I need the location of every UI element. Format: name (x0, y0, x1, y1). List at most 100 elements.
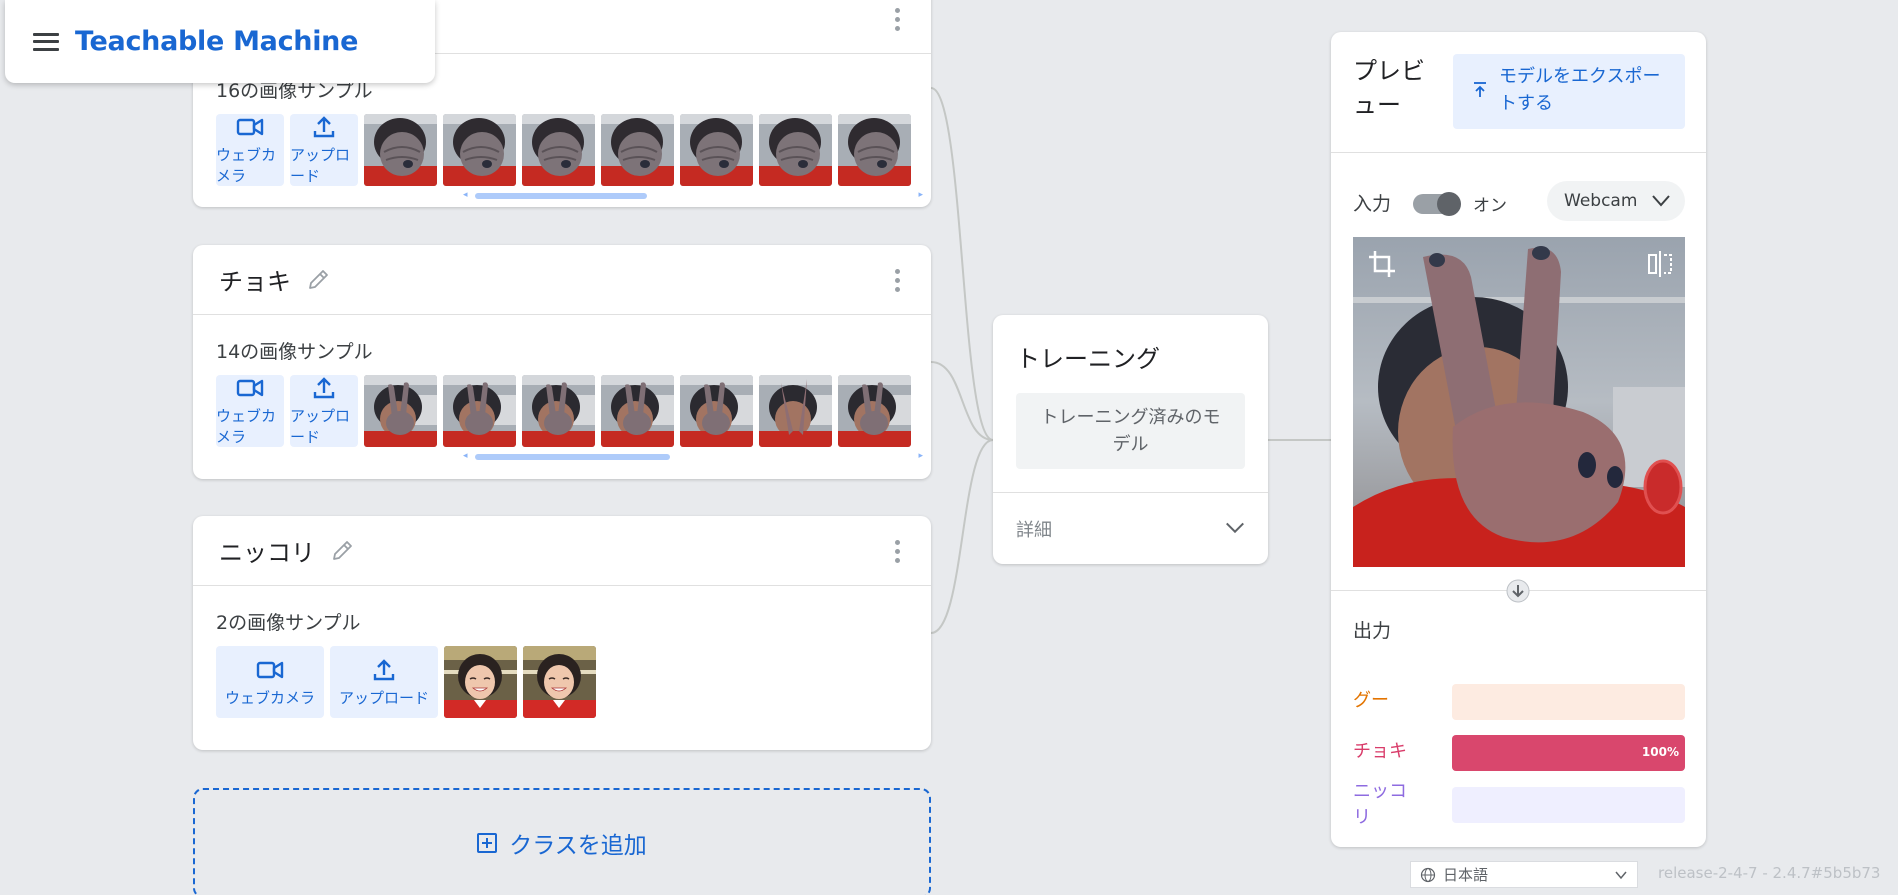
export-model-label: モデルをエクスポートする (1499, 66, 1661, 114)
language-select[interactable]: 日本語 (1410, 861, 1638, 888)
input-source-value: Webcam (1564, 191, 1638, 211)
preview-header: プレビュー モデルをエクスポートする (1331, 32, 1706, 153)
sample-thumbnail[interactable] (759, 114, 832, 186)
flip-icon[interactable] (1645, 249, 1675, 279)
scrollbar-thumb[interactable] (475, 193, 647, 199)
input-toggle-state: オン (1473, 196, 1507, 216)
upload-button-label: アップロード (290, 146, 351, 185)
scroll-right-icon[interactable]: ▸ (918, 190, 923, 200)
input-row: 入力 オン Webcam (1331, 153, 1706, 237)
webcam-button-label: ウェブカメラ (216, 146, 277, 185)
preview-card: プレビュー モデルをエクスポートする 入力 オン Webcam 出力 グー チョ… (1331, 32, 1706, 847)
sample-thumbnail[interactable] (838, 375, 911, 447)
sample-thumbnail[interactable] (522, 114, 595, 186)
more-vert-icon[interactable] (895, 540, 901, 563)
sample-row: ウェブカメラ アップロード (193, 646, 911, 720)
sample-scrollbar[interactable]: ◂ ▸ (463, 449, 923, 463)
confidence-bar (1452, 684, 1685, 720)
globe-icon (1420, 867, 1436, 883)
output-class-name: ニッコリ (1353, 781, 1407, 828)
input-label: 入力 (1353, 193, 1392, 215)
scroll-right-icon[interactable]: ▸ (918, 451, 923, 461)
videocam-icon (236, 118, 264, 136)
version-label: release-2-4-7 - 2.4.7#5b5b73 (1658, 864, 1881, 882)
training-title: トレーニング (1016, 345, 1160, 373)
webcam-preview (1353, 237, 1685, 567)
sample-scrollbar[interactable]: ◂ ▸ (463, 188, 923, 202)
sample-thumbnail[interactable] (443, 114, 516, 186)
upload-icon (313, 377, 335, 399)
upload-button[interactable]: アップロード (290, 375, 358, 447)
upload-button-label: アップロード (290, 407, 351, 446)
sample-thumbnail[interactable] (680, 114, 753, 186)
upload-icon (373, 658, 395, 680)
app-title[interactable]: Teachable Machine (75, 26, 358, 57)
menu-icon[interactable] (33, 32, 59, 51)
preview-title: プレビュー (1353, 57, 1425, 119)
sample-row: ウェブカメラ アップロード (193, 375, 911, 449)
class-name[interactable]: ニッコリ (219, 533, 315, 568)
upload-button[interactable]: アップロード (330, 646, 438, 718)
webcam-image (1353, 237, 1685, 567)
training-advanced-toggle[interactable]: 詳細 (993, 492, 1268, 564)
output-label: 出力 (1353, 620, 1392, 642)
sample-thumbnail[interactable] (523, 646, 596, 718)
sample-thumbnail[interactable] (759, 375, 832, 447)
app-bar: Teachable Machine (5, 0, 435, 83)
sample-count: 14の画像サンプル (216, 341, 373, 363)
chevron-down-icon (1615, 871, 1627, 880)
upload-button[interactable]: アップロード (290, 114, 358, 186)
input-source-select[interactable]: Webcam (1547, 181, 1685, 221)
add-class-button[interactable]: クラスを追加 (193, 788, 931, 895)
scroll-left-icon[interactable]: ◂ (463, 451, 468, 461)
confidence-percent: 100% (1641, 745, 1679, 759)
sample-thumbnail[interactable] (601, 114, 674, 186)
sample-thumbnail[interactable] (838, 114, 911, 186)
language-value: 日本語 (1443, 866, 1489, 884)
sample-thumbnail[interactable] (601, 375, 674, 447)
sample-count: 2の画像サンプル (216, 612, 361, 634)
confidence-bar (1452, 787, 1685, 823)
training-advanced-label: 詳細 (1016, 519, 1052, 541)
class-name[interactable]: チョキ (219, 262, 291, 297)
arrow-down-icon (1506, 579, 1530, 603)
sample-thumbnail[interactable] (680, 375, 753, 447)
pencil-icon[interactable] (305, 267, 331, 293)
webcam-button[interactable]: ウェブカメラ (216, 114, 284, 186)
chevron-down-icon (1652, 195, 1670, 207)
class-card-header: ニッコリ (193, 516, 931, 586)
sample-thumbnail[interactable] (364, 375, 437, 447)
sample-thumbnail[interactable] (364, 114, 437, 186)
class-card-header: チョキ (193, 245, 931, 315)
videocam-icon (256, 661, 284, 678)
upload-button-label: アップロード (338, 688, 429, 707)
upload-icon (313, 116, 335, 138)
add-box-icon (477, 833, 498, 853)
webcam-button-label: ウェブカメラ (216, 407, 277, 446)
webcam-button-label: ウェブカメラ (224, 688, 315, 707)
webcam-button[interactable]: ウェブカメラ (216, 646, 324, 718)
more-vert-icon[interactable] (895, 269, 901, 292)
export-icon (1474, 82, 1486, 97)
export-model-button[interactable]: モデルをエクスポートする (1453, 54, 1685, 129)
videocam-icon (236, 379, 264, 397)
webcam-button[interactable]: ウェブカメラ (216, 375, 284, 447)
sample-thumbnail[interactable] (444, 646, 517, 718)
crop-icon[interactable] (1367, 249, 1397, 279)
scroll-left-icon[interactable]: ◂ (463, 190, 468, 200)
toggle-knob (1437, 192, 1461, 216)
train-model-button[interactable]: トレーニング済みのモデル (1016, 393, 1245, 469)
chevron-down-icon (1226, 522, 1244, 534)
add-class-label: クラスを追加 (509, 833, 647, 859)
input-toggle[interactable] (1413, 192, 1461, 216)
sample-thumbnail[interactable] (443, 375, 516, 447)
class-card: ニッコリ 2の画像サンプルウェブカメラ アップロード (193, 516, 931, 750)
confidence-bar: 100% (1452, 735, 1685, 771)
sample-row: ウェブカメラ アップロード (193, 114, 911, 188)
output-class-name: グー (1353, 690, 1389, 711)
pencil-icon[interactable] (329, 538, 355, 564)
scrollbar-thumb[interactable] (475, 454, 670, 460)
output-class-name: チョキ (1353, 741, 1407, 762)
sample-thumbnail[interactable] (522, 375, 595, 447)
more-vert-icon[interactable] (895, 8, 901, 31)
